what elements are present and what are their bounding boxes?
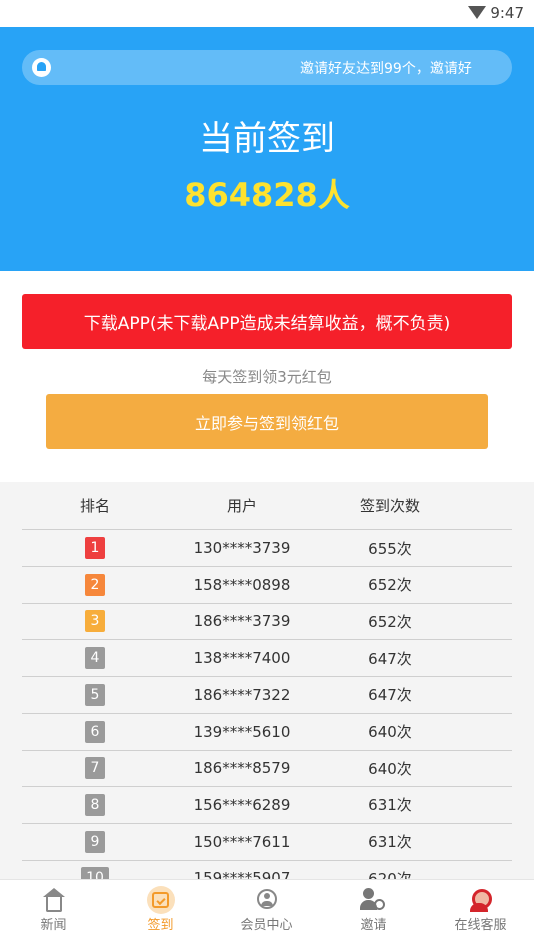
rank-badge: 5 (85, 683, 105, 706)
rank-cell: 2 (50, 567, 140, 603)
tab-label: 新闻 (40, 918, 67, 933)
rank-badge: 8 (85, 793, 105, 816)
table-row: 9 150****7611 631次 (22, 824, 512, 861)
count-cell: 631次 (368, 796, 412, 815)
count-cell: 620次 (368, 869, 412, 879)
table-row: 1 130****3739 655次 (22, 530, 512, 567)
user-cell: 186****3739 (193, 612, 291, 631)
user-cell: 150****7611 (193, 832, 291, 851)
rank-badge: 9 (85, 830, 105, 853)
customer-service-icon (468, 888, 492, 912)
count-cell: 647次 (368, 686, 412, 705)
rank-cell: 3 (50, 603, 140, 639)
add-user-icon (360, 888, 385, 910)
table-row: 4 138****7400 647次 (22, 640, 512, 678)
user-cell: 158****0898 (193, 575, 291, 594)
ranking-header: 排名 用户 签到次数 (22, 482, 512, 530)
count-cell: 647次 (368, 649, 412, 668)
table-row: 8 156****6289 631次 (22, 787, 512, 824)
user-icon (257, 889, 277, 909)
user-cell: 139****5610 (193, 722, 291, 741)
daily-reward-text: 每天签到领3元红包 (202, 368, 332, 386)
join-signin-button[interactable]: 立即参与签到领红包 (46, 394, 488, 449)
home-icon (43, 888, 65, 912)
count-cell: 631次 (368, 833, 412, 852)
rank-cell: 8 (50, 787, 140, 823)
notice-bar[interactable]: 邀请好友达到99个，邀请好 (22, 50, 512, 85)
rank-cell: 6 (50, 714, 140, 750)
bell-icon (32, 58, 51, 77)
rank-badge: 6 (85, 720, 105, 743)
signin-title: 当前签到 (199, 119, 335, 159)
ranking-table: 排名 用户 签到次数 1 130****3739 655次 2 158****0898 6… (0, 482, 534, 879)
rank-badge: 10 (81, 867, 109, 879)
tab-signin[interactable]: 签到 (107, 880, 214, 949)
rank-cell: 7 (50, 750, 140, 786)
rank-badge: 3 (85, 610, 105, 633)
table-row: 2 158****0898 652次 (22, 567, 512, 604)
rank-cell: 9 (50, 824, 140, 860)
count-cell: 640次 (368, 759, 412, 778)
table-row: 7 186****8579 640次 (22, 750, 512, 788)
wifi-icon (468, 6, 486, 19)
header-rank: 排名 (79, 497, 110, 515)
rank-cell: 4 (50, 640, 140, 676)
count-cell: 652次 (368, 612, 412, 631)
header-user: 用户 (226, 497, 257, 515)
table-row: 3 186****3739 652次 (22, 603, 512, 641)
tab-invite[interactable]: 邀请 (320, 880, 427, 949)
tab-news[interactable]: 新闻 (0, 880, 107, 949)
rank-cell: 10 (50, 860, 140, 879)
notice-text: 邀请好友达到99个，邀请好 (300, 61, 472, 77)
bottom-tabbar: 新闻 签到 会员中心 邀请 在线客服 (0, 879, 534, 949)
rank-badge: 1 (85, 537, 105, 559)
table-row: 5 186****7322 647次 (22, 677, 512, 714)
calendar-check-icon (152, 892, 169, 908)
status-time: 9:47 (490, 4, 524, 22)
user-cell: 156****6289 (193, 795, 291, 814)
download-app-button[interactable]: 下载APP(未下载APP造成未结算收益，概不负责) (22, 294, 512, 349)
user-cell: 138****7400 (193, 649, 291, 668)
user-cell: 186****7322 (193, 685, 291, 704)
count-cell: 652次 (368, 576, 412, 595)
count-cell: 640次 (368, 723, 412, 741)
user-cell: 159****5907 (193, 869, 291, 879)
rank-badge: 7 (85, 757, 105, 780)
user-cell: 186****8579 (193, 759, 291, 778)
status-bar: 9:47 (0, 0, 534, 27)
tab-label: 签到 (147, 918, 174, 933)
tab-customer-service[interactable]: 在线客服 (427, 880, 534, 949)
tab-label: 邀请 (360, 918, 387, 933)
rank-cell: 1 (50, 530, 140, 566)
count-cell: 655次 (368, 539, 412, 558)
signin-count: 864828人 (184, 176, 350, 214)
rank-badge: 2 (85, 573, 105, 596)
header-count: 签到次数 (359, 497, 420, 515)
rank-badge: 4 (85, 647, 105, 670)
tab-label: 在线客服 (454, 918, 507, 933)
rank-cell: 5 (50, 677, 140, 713)
hero-banner: 邀请好友达到99个，邀请好 当前签到 864828人 (0, 27, 534, 271)
tab-member-center[interactable]: 会员中心 (213, 880, 320, 949)
table-row: 6 139****5610 640次 (22, 714, 512, 751)
user-cell: 130****3739 (193, 539, 291, 557)
table-row: 10 159****5907 620次 (22, 860, 512, 879)
tab-label: 会员中心 (240, 918, 293, 933)
